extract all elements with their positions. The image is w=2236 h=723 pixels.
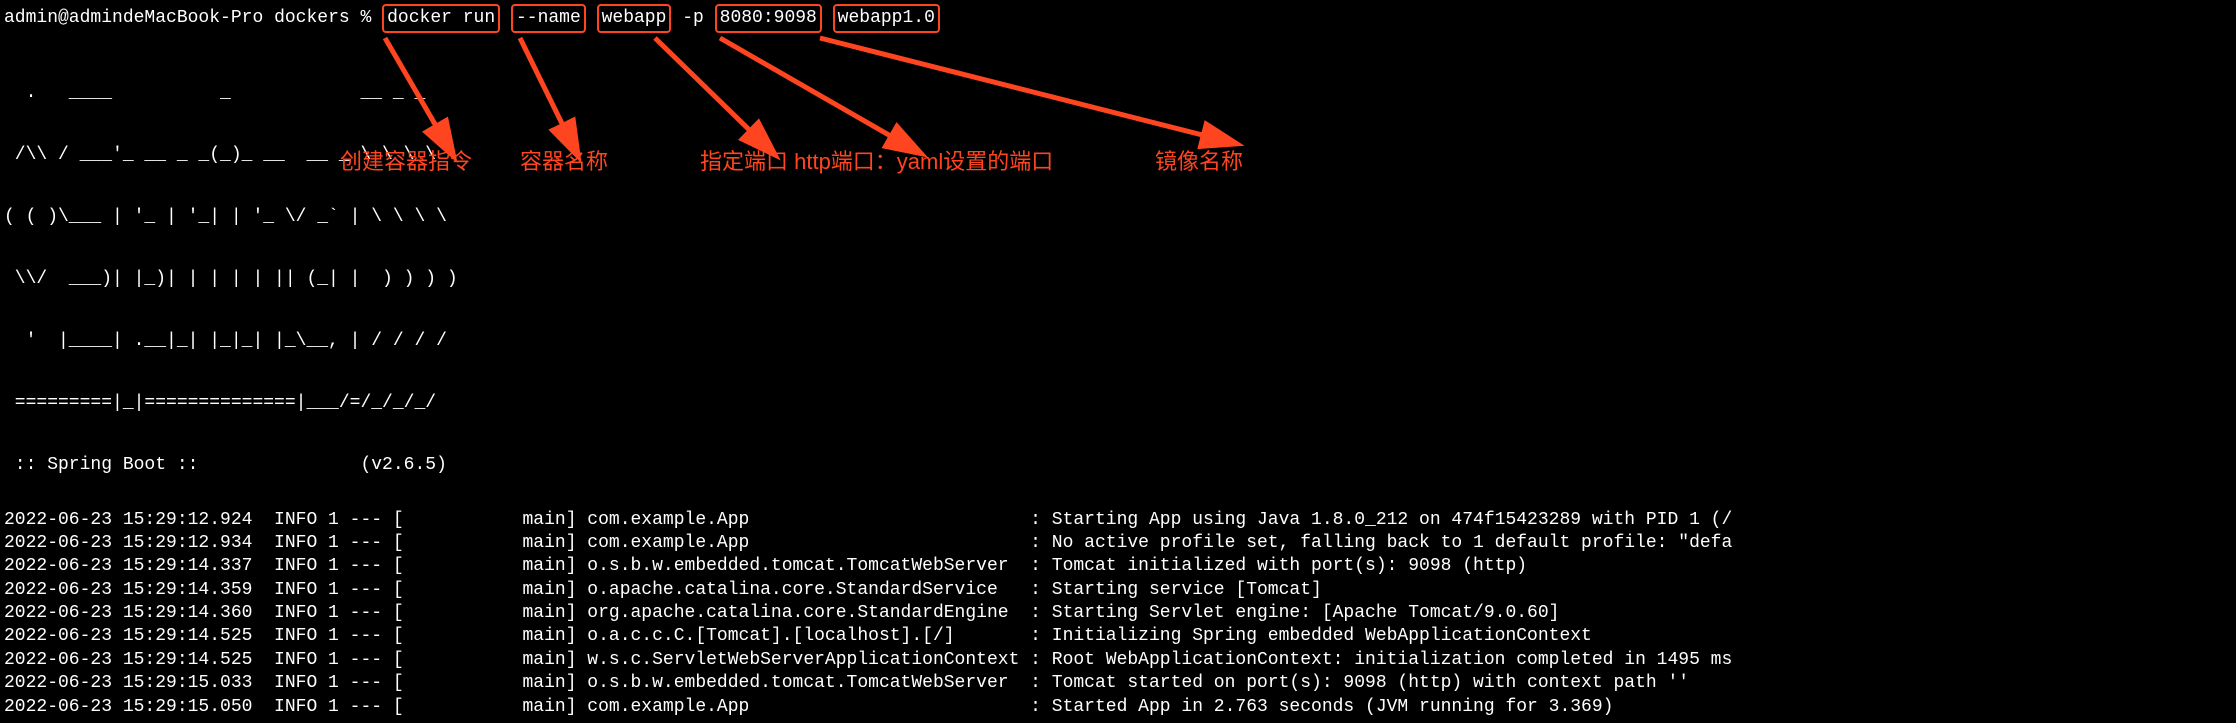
cmd-name-flag: --name (511, 4, 586, 33)
log-line: 2022-06-23 15:29:12.934 INFO 1 --- [ mai… (4, 532, 2232, 555)
spring-boot-logo: . ____ _ __ _ _ /\\ / ___'_ __ _ _(_)_ _… (4, 41, 2232, 496)
log-line: 2022-06-23 15:29:14.337 INFO 1 --- [ mai… (4, 555, 2232, 578)
cmd-image: webapp1.0 (833, 4, 940, 33)
prompt-symbol: % (361, 8, 372, 28)
log-line: 2022-06-23 15:29:14.359 INFO 1 --- [ mai… (4, 579, 2232, 602)
cmd-docker-run: docker run (382, 4, 500, 33)
log-line: 2022-06-23 15:29:12.924 INFO 1 --- [ mai… (4, 509, 2232, 532)
cmd-ports: 8080:9098 (715, 4, 822, 33)
log-line: 2022-06-23 15:29:14.360 INFO 1 --- [ mai… (4, 602, 2232, 625)
prompt-user-host: admin@admindeMacBook-Pro (4, 8, 263, 28)
log-line: 2022-06-23 15:29:14.525 INFO 1 --- [ mai… (4, 625, 2232, 648)
terminal-prompt-line: admin@admindeMacBook-Pro dockers % docke… (4, 4, 2232, 33)
log-output: 2022-06-23 15:29:12.924 INFO 1 --- [ mai… (4, 509, 2232, 720)
prompt-cwd: dockers (274, 8, 350, 28)
cmd-name-value: webapp (597, 4, 672, 33)
log-line: 2022-06-23 15:29:14.525 INFO 1 --- [ mai… (4, 649, 2232, 672)
log-line: 2022-06-23 15:29:15.050 INFO 1 --- [ mai… (4, 696, 2232, 719)
log-line: 2022-06-23 15:29:15.033 INFO 1 --- [ mai… (4, 672, 2232, 695)
cmd-p-flag: -p (682, 8, 704, 28)
